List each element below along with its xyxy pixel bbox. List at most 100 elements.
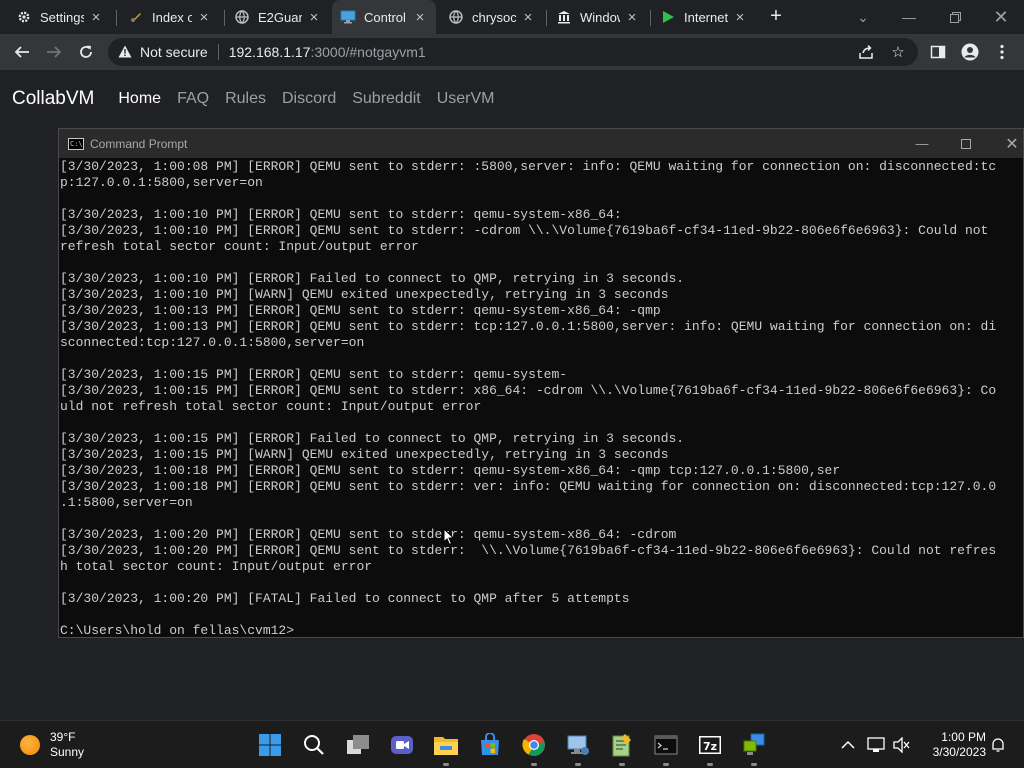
gear-icon (16, 9, 32, 25)
console-line: p:127.0.0.1:5800,server=on (60, 175, 263, 190)
running-indicator (663, 763, 669, 766)
tab-control[interactable]: Control × (332, 0, 436, 34)
remote-app-icon[interactable] (740, 731, 768, 759)
task-view-icon[interactable] (344, 731, 372, 759)
network-icon[interactable] (866, 735, 886, 755)
terminal-icon[interactable] (652, 731, 680, 759)
tab-e2guard[interactable]: E2Guard × (226, 0, 330, 34)
security-label[interactable]: Not secure (140, 44, 208, 60)
console-line: [3/30/2023, 1:00:20 PM] [ERROR] QEMU sen… (60, 543, 997, 558)
url-text[interactable]: 192.168.1.17:3000/#notgayvm1 (229, 44, 426, 60)
monitor-icon (340, 9, 356, 25)
url-host: 192.168.1.17 (228, 44, 311, 60)
system-clock[interactable]: 1:00 PM 3/30/2023 (920, 730, 986, 760)
command-prompt-window[interactable]: C:\ Command Prompt — ✕ [3/30/2023, 1:00:… (58, 128, 1024, 638)
tab-title: Settings (40, 9, 84, 25)
tab-search-button[interactable]: ⌄ (840, 0, 886, 34)
tab-window[interactable]: Window × (548, 0, 648, 34)
taskbar: 39°F Sunny 7z 1:00 PM 3/30/2023 (0, 720, 1024, 768)
tab-title: chrysoc (472, 9, 516, 25)
7zip-icon[interactable]: 7z (696, 731, 724, 759)
building-icon (556, 9, 572, 25)
clock-date: 3/30/2023 (932, 745, 986, 759)
close-icon[interactable]: × (732, 9, 748, 26)
file-explorer-icon[interactable] (432, 731, 460, 759)
cmd-maximize-button[interactable] (943, 129, 989, 158)
share-icon[interactable] (856, 42, 876, 62)
side-panel-icon[interactable] (924, 38, 952, 66)
nav-rules[interactable]: Rules (225, 90, 266, 108)
console-line: C:\Users\hold on fellas\cvm12> (60, 623, 295, 637)
close-icon[interactable]: × (412, 9, 428, 26)
close-window-button[interactable]: ✕ (978, 0, 1024, 34)
divider (217, 44, 219, 60)
tab-chrysoc[interactable]: chrysoc × (440, 0, 544, 34)
store-icon[interactable] (476, 731, 504, 759)
console-line: [3/30/2023, 1:00:10 PM] [ERROR] QEMU sen… (60, 207, 622, 222)
tab-separator (224, 10, 225, 26)
console-line: h total sector count: Input/output error (60, 559, 373, 574)
chrome-icon[interactable] (520, 731, 548, 759)
cmd-close-button[interactable]: ✕ (989, 129, 1024, 158)
running-indicator (443, 763, 449, 766)
tab-settings[interactable]: Settings × (8, 0, 112, 34)
weather-temp: 39°F (50, 730, 76, 744)
console-line: [3/30/2023, 1:00:18 PM] [ERROR] QEMU sen… (60, 463, 841, 478)
tab-internet[interactable]: Internet × (652, 0, 756, 34)
close-icon[interactable]: × (306, 9, 322, 26)
nav-subreddit[interactable]: Subreddit (352, 90, 421, 108)
volume-muted-icon[interactable] (892, 735, 912, 755)
close-icon[interactable]: × (520, 9, 536, 26)
globe-icon (234, 9, 250, 25)
network-app-icon[interactable] (564, 731, 592, 759)
tab-index-of[interactable]: Index of × (120, 0, 220, 34)
notepad-icon[interactable] (608, 731, 636, 759)
running-indicator (707, 763, 713, 766)
tab-separator (650, 10, 651, 26)
site-navbar: CollabVM Home FAQ Rules Discord Subreddi… (0, 70, 1024, 128)
console-line: [3/30/2023, 1:00:13 PM] [ERROR] QEMU sen… (60, 303, 661, 318)
close-icon[interactable]: × (88, 9, 104, 26)
scrollbar[interactable] (1019, 159, 1023, 637)
cmd-minimize-button[interactable]: — (899, 129, 945, 158)
start-icon[interactable] (256, 731, 284, 759)
console-output[interactable]: [3/30/2023, 1:00:08 PM] [ERROR] QEMU sen… (60, 159, 1020, 637)
console-line: [3/30/2023, 1:00:10 PM] [ERROR] Failed t… (60, 271, 685, 286)
nav-home[interactable]: Home (118, 90, 161, 108)
play-icon (660, 9, 676, 25)
site-brand[interactable]: CollabVM (12, 88, 94, 110)
restore-button[interactable] (932, 0, 978, 34)
nav-discord[interactable]: Discord (282, 90, 336, 108)
tab-title: Index of (152, 9, 192, 25)
forward-button[interactable] (40, 38, 68, 66)
console-line: [3/30/2023, 1:00:15 PM] [ERROR] QEMU sen… (60, 367, 568, 382)
notifications-icon[interactable] (988, 735, 1008, 755)
star-icon[interactable]: ☆ (888, 42, 908, 62)
nav-uservm[interactable]: UserVM (437, 90, 495, 108)
menu-kebab-icon[interactable] (988, 38, 1016, 66)
address-bar[interactable]: Not secure 192.168.1.17:3000/#notgayvm1 … (108, 38, 918, 66)
tab-title: E2Guard (258, 9, 302, 25)
minimize-button[interactable]: — (886, 0, 932, 34)
console-line: uld not refresh total sector count: Inpu… (60, 399, 482, 414)
warning-icon[interactable] (118, 45, 132, 59)
close-icon[interactable]: × (196, 9, 212, 26)
tab-separator (546, 10, 547, 26)
new-tab-button[interactable]: + (764, 5, 788, 29)
clock-time: 1:00 PM (941, 730, 986, 744)
back-button[interactable] (8, 38, 36, 66)
console-line: [3/30/2023, 1:00:10 PM] [ERROR] QEMU sen… (60, 223, 989, 238)
cmd-title-bar[interactable]: C:\ Command Prompt (59, 129, 1023, 158)
nav-faq[interactable]: FAQ (177, 90, 209, 108)
reload-button[interactable] (72, 38, 100, 66)
svg-text:7z: 7z (703, 740, 717, 753)
profile-icon[interactable] (956, 38, 984, 66)
chevron-up-icon[interactable] (838, 735, 858, 755)
search-icon[interactable] (300, 731, 328, 759)
close-icon[interactable]: × (624, 9, 640, 26)
weather-widget[interactable]: 39°F Sunny (20, 729, 84, 761)
chat-icon[interactable] (388, 731, 416, 759)
